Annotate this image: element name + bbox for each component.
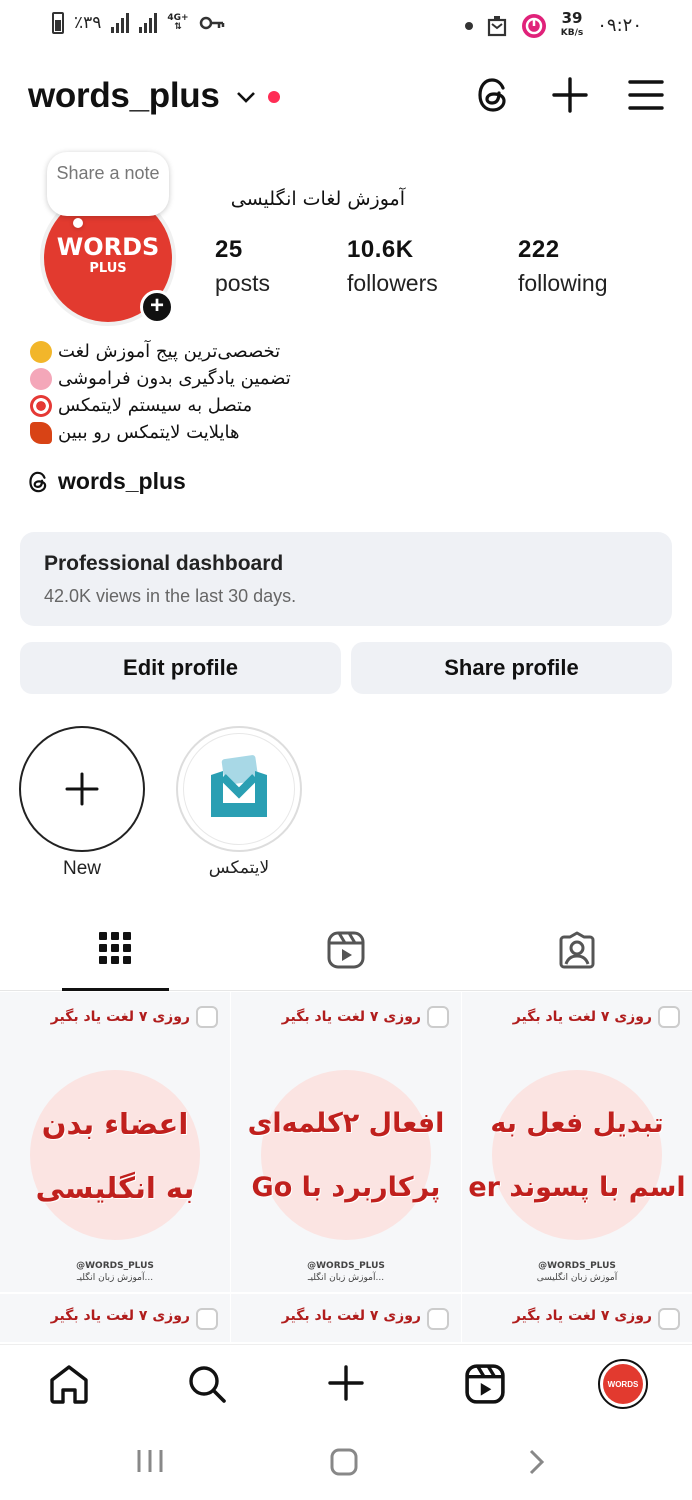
bottom-navigation: WORDS [0,1344,692,1422]
network-speed: 39 KB/s [560,9,584,39]
network-type: 4G+ ⇅ [167,13,189,32]
threads-profile-link[interactable]: words_plus [28,468,186,495]
dashboard-title: Professional dashboard [44,552,284,575]
share-note-bubble[interactable]: Share a note [47,152,169,216]
notification-dot [268,91,280,103]
threads-small-icon [29,471,47,492]
posts-grid: روزی ۷ لغت یاد بگیر تبدیل فعل به اسم با پ… [0,992,692,1342]
reels-nav-icon[interactable] [465,1364,505,1404]
direct-hit-icon [30,394,52,417]
bio-line: تخصصی‌ترین پیج آموزش لغت [30,338,330,365]
litemax-logo-icon [211,755,267,817]
reel-icon [658,1308,680,1330]
share-profile-button[interactable]: Share profile [351,642,672,694]
clock: ۰۹:۲۰ [597,15,642,36]
mail-icon [487,15,506,36]
reels-icon [327,931,365,969]
stat-following[interactable]: 222 following [518,236,668,297]
highlight-litemax[interactable]: لایتمکس [176,726,302,878]
tab-reels[interactable] [231,925,461,991]
back-button-icon[interactable] [528,1448,546,1476]
vpn-app-icon [521,13,546,38]
reel-icon [427,1006,449,1028]
battery-percent: ٪۳۹ [74,13,102,33]
note-bubble-tail [73,218,83,228]
grid-icon [99,932,131,964]
create-plus-icon[interactable] [552,77,588,113]
profile-bio: تخصصی‌ترین پیج آموزش لغت تضمین یادگیری ب… [30,338,330,446]
reel-icon [196,1308,218,1330]
menu-icon[interactable] [628,79,664,111]
recent-apps-icon[interactable] [136,1448,164,1474]
threads-icon[interactable] [476,76,512,114]
stat-followers[interactable]: 10.6K followers [347,236,518,297]
signal-icon [111,13,130,33]
flexed-biceps-icon [30,340,52,363]
profile-tabs [0,925,692,991]
profile-stats: 25 posts 10.6K followers 222 following [215,236,668,297]
notification-dot-icon [464,21,473,30]
grid-post[interactable]: روزی ۷ لغت یاد بگیر [462,1294,692,1342]
profile-nav-avatar[interactable]: WORDS [598,1359,648,1409]
professional-dashboard[interactable]: Professional dashboard 42.0K views in th… [20,532,672,626]
grid-post[interactable]: روزی ۷ لغت یاد بگیر افعال ۲کلمه‌ای پرکارب… [231,992,461,1292]
key-icon [199,16,224,30]
status-bar: ٪۳۹ 4G+ ⇅ 39 KB/s ۰۹:۲۰ [0,0,692,50]
bio-line: متصل به سیستم لایتمکس [30,392,330,419]
grid-post[interactable]: روزی ۷ لغت یاد بگیر [231,1294,461,1342]
chevron-down-icon[interactable] [236,90,256,104]
brain-icon [30,367,52,390]
grid-post[interactable]: روزی ۷ لغت یاد بگیر تبدیل فعل به اسم با پ… [462,992,692,1292]
reel-icon [196,1006,218,1028]
add-story-plus-icon[interactable]: + [140,290,174,324]
display-name: آموزش لغات انگلیسی [230,188,405,210]
reel-icon [658,1006,680,1028]
reel-icon [427,1308,449,1330]
home-icon[interactable] [48,1364,90,1404]
stat-posts[interactable]: 25 posts [215,236,365,297]
bio-line: تضمین یادگیری بدون فراموشی [30,365,330,392]
search-icon[interactable] [187,1364,227,1404]
profile-header: words_plus [28,72,664,124]
rocket-icon [30,421,52,444]
bio-line: هایلایت لایتمکس رو ببین [30,419,330,446]
system-navigation-bar [0,1422,692,1500]
active-tab-indicator [62,988,169,991]
dashboard-views: 42.0K views in the last 30 days. [44,586,297,606]
highlight-new[interactable]: New [19,726,145,880]
tab-posts-grid[interactable] [0,925,230,991]
create-icon[interactable] [327,1364,365,1402]
grid-post[interactable]: روزی ۷ لغت یاد بگیر [0,1294,230,1342]
edit-profile-button[interactable]: Edit profile [20,642,341,694]
battery-icon [52,12,64,34]
grid-post[interactable]: روزی ۷ لغت یاد بگیر اعضاء بدن به انگلیسی … [0,992,230,1292]
plus-icon [65,772,99,806]
tagged-person-icon [559,931,595,969]
account-username[interactable]: words_plus [28,76,220,116]
signal-icon-2 [139,13,158,33]
home-button-icon[interactable] [329,1447,359,1477]
tab-tagged[interactable] [462,925,692,991]
